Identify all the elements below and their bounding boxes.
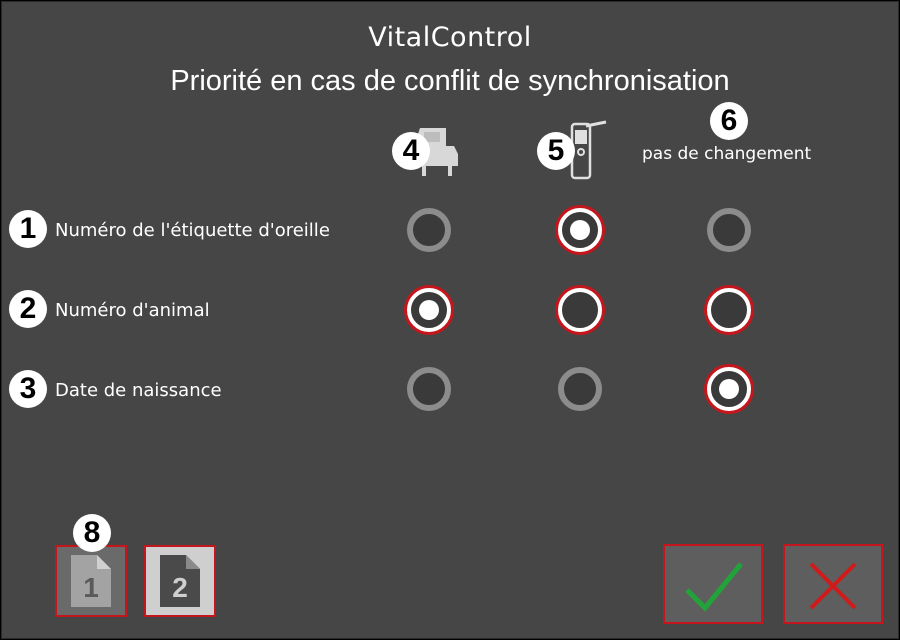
radio-animal-number-no-change[interactable]	[707, 288, 751, 332]
radio-selected-dot	[419, 300, 439, 320]
row-label-animal-number: Numéro d'animal	[55, 300, 210, 321]
radio-birth-date-no-change[interactable]	[707, 367, 751, 411]
confirm-button[interactable]	[663, 544, 763, 624]
close-icon	[809, 562, 857, 610]
page-1-icon: 1	[71, 555, 111, 607]
column-marker-5: 5	[537, 132, 575, 170]
radio-birth-date-handheld[interactable]	[558, 367, 602, 411]
page-2-label: 2	[172, 572, 188, 603]
app-title: VitalControl	[368, 22, 532, 53]
row-label-ear-tag: Numéro de l'étiquette d'oreille	[55, 220, 330, 241]
sync-priority-screen: VitalControl Priorité en cas de conflit …	[1, 1, 899, 639]
page-1-button[interactable]: 1	[55, 545, 127, 617]
page-title: Priorité en cas de conflit de synchronis…	[170, 65, 730, 97]
row-marker-3: 3	[9, 370, 47, 408]
row-marker-2: 2	[9, 290, 47, 328]
row-marker-1: 1	[9, 210, 47, 248]
column-marker-4: 4	[392, 132, 430, 170]
radio-selected-dot	[719, 379, 739, 399]
radio-animal-number-handheld[interactable]	[558, 288, 602, 332]
radio-birth-date-station[interactable]	[407, 367, 451, 411]
no-change-label: pas de changement	[642, 144, 812, 164]
page-2-icon: 2	[160, 555, 200, 607]
radio-ear-tag-station[interactable]	[407, 208, 451, 252]
radio-ear-tag-handheld[interactable]	[558, 208, 602, 252]
check-icon	[685, 562, 743, 612]
radio-ear-tag-no-change[interactable]	[707, 208, 751, 252]
page-2-button[interactable]: 2	[144, 545, 216, 617]
radio-animal-number-station[interactable]	[407, 288, 451, 332]
page-marker-8: 8	[73, 514, 111, 552]
column-marker-6: 6	[710, 102, 748, 140]
radio-selected-dot	[570, 220, 590, 240]
page-1-label: 1	[83, 572, 99, 603]
row-label-birth-date: Date de naissance	[55, 380, 222, 401]
cancel-button[interactable]	[783, 544, 883, 624]
